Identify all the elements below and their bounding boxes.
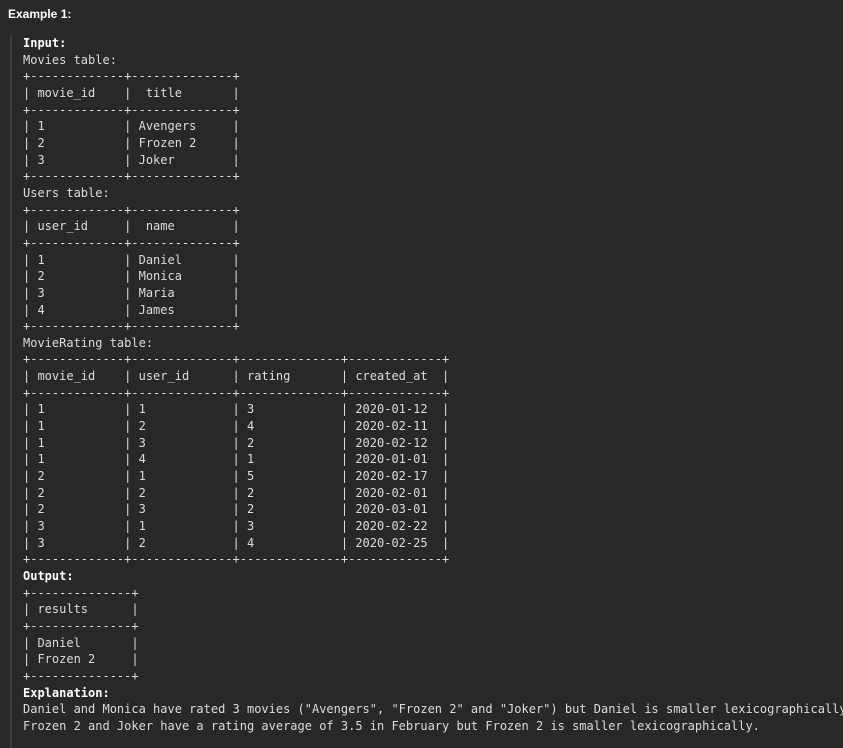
example-heading: Example 1: (8, 7, 72, 21)
table-row: | 2 | 1 | 5 | 2020-02-17 | (23, 469, 450, 484)
input-label: Input: (23, 36, 67, 50)
movies-border-mid: +-------------+--------------+ (23, 102, 240, 117)
movies-header: | movie_id | title | (23, 85, 240, 100)
movie-rating-caption: MovieRating table: (23, 335, 154, 350)
movies-caption: Movies table: (23, 52, 117, 67)
table-row: | 1 | 3 | 2 | 2020-02-12 | (23, 435, 450, 450)
movies-border-bottom: +-------------+--------------+ (23, 169, 240, 184)
example-code: Input: Movies table: +-------------+----… (23, 35, 843, 735)
table-row: | 4 | James | (23, 302, 240, 317)
table-row: | 3 | 1 | 3 | 2020-02-22 | (23, 519, 450, 534)
table-row: | 2 | 3 | 2 | 2020-03-01 | (23, 502, 450, 517)
users-border-top: +-------------+--------------+ (23, 202, 240, 217)
output-border-top: +--------------+ (23, 585, 139, 600)
explanation-line: Frozen 2 and Joker have a rating average… (23, 718, 760, 733)
movie-rating-border-bottom: +-------------+--------------+----------… (23, 552, 450, 567)
output-border-mid: +--------------+ (23, 618, 139, 633)
table-row: | 1 | 2 | 4 | 2020-02-11 | (23, 419, 450, 434)
users-border-mid: +-------------+--------------+ (23, 235, 240, 250)
table-row: | 3 | Maria | (23, 285, 240, 300)
table-row: | 3 | 2 | 4 | 2020-02-25 | (23, 535, 450, 550)
table-row: | 1 | Daniel | (23, 252, 240, 267)
users-border-bottom: +-------------+--------------+ (23, 319, 240, 334)
table-row: | 1 | 1 | 3 | 2020-01-12 | (23, 402, 450, 417)
explanation-label: Explanation: (23, 685, 110, 700)
table-row: | 2 | Monica | (23, 269, 240, 284)
output-label: Output: (23, 569, 74, 583)
movies-border-top: +-------------+--------------+ (23, 69, 240, 84)
table-row: | Daniel | (23, 635, 139, 650)
output-header: | results | (23, 602, 139, 617)
table-row: | Frozen 2 | (23, 652, 139, 667)
movie-rating-header: | movie_id | user_id | rating | created_… (23, 369, 450, 384)
table-row: | 1 | Avengers | (23, 119, 240, 134)
output-border-bottom: +--------------+ (23, 668, 139, 683)
table-row: | 3 | Joker | (23, 152, 240, 167)
table-row: | 2 | 2 | 2 | 2020-02-01 | (23, 485, 450, 500)
explanation-line: Daniel and Monica have rated 3 movies ("… (23, 702, 843, 717)
example-block: Input: Movies table: +-------------+----… (10, 35, 843, 748)
movie-rating-border-mid: +-------------+--------------+----------… (23, 385, 450, 400)
users-header: | user_id | name | (23, 219, 240, 234)
users-caption: Users table: (23, 185, 110, 200)
table-row: | 1 | 4 | 1 | 2020-01-01 | (23, 452, 450, 467)
movie-rating-border-top: +-------------+--------------+----------… (23, 352, 450, 367)
table-row: | 2 | Frozen 2 | (23, 135, 240, 150)
